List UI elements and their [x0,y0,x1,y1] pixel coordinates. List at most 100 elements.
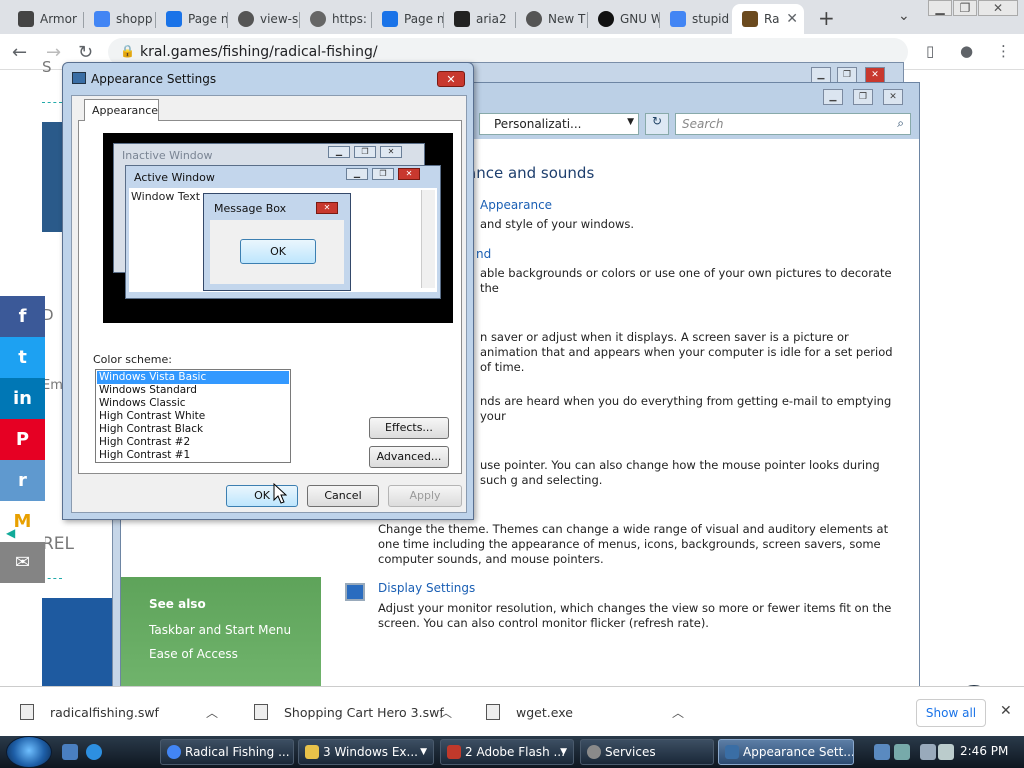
game-thumbnail[interactable] [42,122,62,232]
favicon-icon [18,11,34,27]
browser-tab-active[interactable]: Ra ✕ [732,4,804,34]
pinterest-icon[interactable]: P [0,419,45,460]
file-icon [20,704,34,720]
maximize-icon: ❐ [372,168,394,180]
browser-tab[interactable]: GNU W [588,4,660,34]
appearance-link[interactable]: Appearance [480,198,552,212]
taskbar-button[interactable]: Radical Fishing ... [160,739,294,765]
browser-tab[interactable]: Armor [8,4,84,34]
see-also-link[interactable]: Ease of Access [149,647,238,661]
back-icon[interactable]: ← [12,42,27,63]
scheme-option[interactable]: High Contrast Black [97,423,289,436]
twitter-icon[interactable]: t [0,337,45,378]
restore-button[interactable]: ❐ [837,67,857,83]
scheme-option[interactable]: High Contrast #2 [97,436,289,449]
effects-button[interactable]: Effects... [369,417,449,439]
browser-tab[interactable]: New T [516,4,588,34]
apply-button[interactable]: Apply [388,485,462,507]
appearance-settings-dialog: Appearance Settings ✕ Appearance Inactiv… [62,62,474,520]
search-input[interactable]: Search ⌕ [675,113,911,135]
volume-icon[interactable] [938,744,954,760]
preview-ok-button: OK [240,239,316,264]
menu-icon[interactable]: ⋮ [996,42,1011,60]
see-also-link[interactable]: Taskbar and Start Menu [149,623,291,637]
taskbar-button[interactable]: 2 Adobe Flash ... ▼ [440,739,574,765]
maximize-icon: ❐ [354,146,376,158]
email-icon[interactable]: ✉ [0,542,45,583]
doc-icon [166,11,182,27]
close-button[interactable]: ✕ [865,67,885,83]
download-item[interactable]: radicalfishing.swf ︿ [20,687,230,737]
taskbar-button[interactable]: Services [580,739,714,765]
cancel-button[interactable]: Cancel [307,485,379,507]
new-tab-button[interactable]: + [818,6,835,30]
scheme-option[interactable]: Windows Standard [97,384,289,397]
minimize-button[interactable]: ▁ [811,67,831,83]
restore-button[interactable]: ❐ [953,0,977,16]
display-settings-link[interactable]: Display Settings [378,581,475,595]
color-scheme-label: Color scheme: [93,353,172,366]
linkedin-icon[interactable]: in [0,378,45,419]
close-button[interactable]: ✕ [437,71,465,87]
url-text: kral.games/fishing/radical-fishing/ [140,44,378,60]
close-icon[interactable]: ✕ [1000,703,1012,719]
close-tab-icon[interactable]: ✕ [786,11,798,27]
profile-icon[interactable]: ● [960,42,973,60]
message-box-title: Message Box [214,202,287,215]
address-breadcrumb[interactable]: Personalizati... ▼ [479,113,639,135]
browser-tab[interactable]: shopp [84,4,156,34]
sidebar-icon[interactable]: ▯ [926,42,934,60]
divider [42,578,62,579]
game-thumbnail[interactable] [42,598,112,686]
scheme-option-selected[interactable]: Windows Vista Basic [97,371,289,384]
chevron-up-icon[interactable]: ︿ [440,704,452,721]
minimize-button[interactable]: ▁ [823,89,843,105]
collapse-share-icon[interactable]: ◀ [6,526,15,540]
dropdown-arrow-icon[interactable]: ▼ [627,117,634,127]
inactive-window-title: Inactive Window [122,149,213,162]
ie-icon[interactable] [86,744,102,760]
advanced-button[interactable]: Advanced... [369,446,449,468]
tray-app-icon[interactable] [894,744,910,760]
browser-tab[interactable]: https: [300,4,372,34]
ok-button[interactable]: OK [226,485,298,507]
browser-tab[interactable]: Page n [156,4,228,34]
tab-appearance[interactable]: Appearance [84,99,159,121]
scheme-option[interactable]: Windows Classic [97,397,289,410]
maximize-button[interactable]: ❐ [853,89,873,105]
refresh-icon[interactable]: ↻ [645,113,669,135]
scheme-option[interactable]: High Contrast #1 [97,449,289,462]
description-text: able backgrounds or colors or use one of… [480,266,892,295]
game-icon [742,11,758,27]
browser-tab[interactable]: view-s [228,4,300,34]
chevron-up-icon[interactable]: ︿ [206,704,218,721]
color-scheme-list[interactable]: Windows Vista Basic Windows Standard Win… [95,369,291,463]
taskbar-button[interactable]: 3 Windows Ex... ▼ [298,739,434,765]
chevron-up-icon[interactable]: ︿ [672,704,684,721]
scheme-option[interactable]: High Contrast White [97,410,289,423]
download-item[interactable]: Shopping Cart Hero 3.swf ︿ [254,687,464,737]
close-button[interactable]: ✕ [978,0,1018,16]
display-icon[interactable] [920,744,936,760]
description-text: Change the theme. Themes can change a wi… [378,522,889,566]
close-button[interactable]: ✕ [883,89,903,105]
minimize-icon: ▁ [328,146,350,158]
desktop-background-link[interactable]: nd [476,247,491,261]
show-all-button[interactable]: Show all [916,699,986,727]
minimize-button[interactable]: ▁ [928,0,952,16]
page-title: ance and sounds [467,164,595,182]
search-icon[interactable]: ⌕ [897,116,904,131]
reload-icon[interactable]: ↻ [78,42,93,63]
browser-tab[interactable]: stupid [660,4,732,34]
start-button[interactable] [6,736,52,768]
download-item[interactable]: wget.exe ︿ [486,687,696,737]
show-desktop-icon[interactable] [62,744,78,760]
taskbar-button-active[interactable]: Appearance Sett... [718,739,854,765]
browser-tab[interactable]: Page n [372,4,444,34]
browser-tab[interactable]: aria2 [444,4,516,34]
reddit-icon[interactable]: r [0,460,45,501]
facebook-icon[interactable]: f [0,296,45,337]
clock[interactable]: 2:46 PM [960,744,1008,758]
network-icon[interactable] [874,744,890,760]
chevron-down-icon[interactable]: ⌄ [898,8,910,24]
